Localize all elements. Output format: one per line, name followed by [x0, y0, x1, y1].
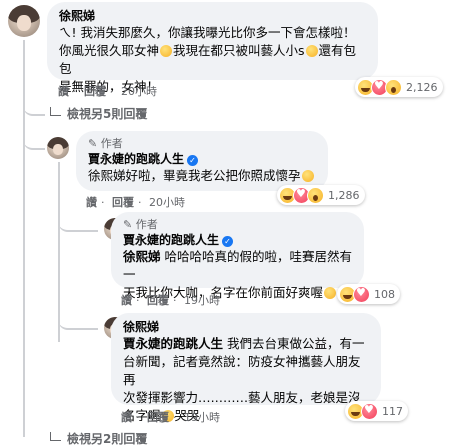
comment-actions: 讚 · 回覆 · 19小時	[121, 294, 224, 308]
comment-actions: 讚 · 回覆 · 20小時	[58, 85, 161, 99]
pencil-icon: ✎	[123, 218, 136, 231]
comment-text-line: ㄟ! 我消失那麼久，你讓我曝光比你多一下會怎樣啦！	[59, 25, 356, 40]
comment-bubble-1: 徐熙娣 ㄟ! 我消失那麼久，你讓我曝光比你多一下會怎樣啦！ 你風光很久耶女神 我現…	[47, 2, 378, 94]
text-segment: 你風光很久耶女神	[59, 43, 160, 58]
separator: ·	[101, 196, 105, 209]
love-icon	[361, 402, 378, 420]
comment-actions: 讚 · 回覆 · 20小時	[86, 196, 189, 210]
author-badge: ✎ 作者	[88, 137, 316, 151]
reaction-count: 2,126	[406, 80, 438, 94]
timestamp[interactable]: 19小時	[184, 411, 220, 424]
like-link[interactable]: 讚	[121, 294, 132, 307]
reply-bubble-1: ✎ 作者 賈永婕的跑跳人生 ✓ 徐熙娣好啦，畢竟我老公把你照成懷孕	[76, 131, 328, 191]
comment-author[interactable]: 賈永婕的跑跳人生 ✓	[88, 151, 316, 167]
reaction-summary[interactable]: 1,286	[277, 185, 365, 205]
reply-bubble-2: ✎ 作者 賈永婕的跑跳人生 ✓ 徐熙娣 哈哈哈哈真的假的啦，哇賽居然有一 天我比你…	[111, 212, 364, 300]
separator: ·	[173, 411, 177, 424]
comment-text-line: 台新聞，記者竟然說：防疫女神攜藝人朋友再	[123, 354, 361, 387]
reaction-count: 108	[374, 287, 395, 301]
reply-connector	[23, 100, 45, 116]
reaction-summary[interactable]: 108	[337, 284, 400, 304]
avatar[interactable]	[47, 137, 69, 159]
pencil-icon: ✎	[88, 137, 101, 150]
emoji-icon	[301, 170, 314, 182]
view-more-label: 檢視另5則回覆	[67, 107, 148, 121]
comment-actions: 讚 · 回覆 · 19小時	[121, 411, 224, 425]
reply-arrow-icon	[50, 107, 61, 116]
like-link[interactable]: 讚	[86, 196, 97, 209]
wow-icon	[385, 78, 402, 96]
reaction-summary[interactable]: 117	[345, 401, 408, 421]
reply-link[interactable]: 回覆	[84, 85, 106, 98]
timestamp[interactable]: 19小時	[184, 294, 220, 307]
author-name: 賈永婕的跑跳人生	[88, 152, 185, 166]
mention-tag[interactable]: 徐熙娣	[123, 249, 161, 264]
separator: ·	[138, 196, 142, 209]
mention-tag[interactable]: 賈永婕的跑跳人生	[123, 336, 223, 351]
separator: ·	[136, 411, 140, 424]
verified-icon: ✓	[187, 155, 199, 166]
view-more-label: 檢視另2則回覆	[67, 432, 148, 446]
avatar-face	[53, 143, 63, 155]
reply-connector	[58, 212, 98, 232]
separator: ·	[173, 294, 177, 307]
reply-connector	[23, 130, 45, 150]
love-icon	[353, 285, 370, 303]
timestamp[interactable]: 20小時	[149, 196, 185, 209]
avatar[interactable]	[8, 5, 40, 37]
comment-author[interactable]: 賈永婕的跑跳人生 ✓	[123, 232, 352, 248]
wow-icon	[307, 186, 324, 204]
emoji-icon	[160, 45, 173, 57]
reaction-count: 117	[382, 404, 403, 418]
reaction-summary[interactable]: 2,126	[355, 77, 443, 97]
separator: ·	[73, 85, 77, 98]
author-badge-label: 作者	[135, 218, 158, 231]
emoji-icon	[305, 45, 318, 57]
author-name: 賈永婕的跑跳人生	[123, 233, 220, 247]
author-badge-label: 作者	[100, 137, 123, 150]
author-badge: ✎ 作者	[123, 218, 352, 232]
emoji-icon	[324, 287, 337, 299]
comment-text-line: 賈永婕的跑跳人生 我們去台東做公益，有一	[123, 335, 369, 353]
like-link[interactable]: 讚	[121, 411, 132, 424]
reply-link[interactable]: 回覆	[147, 411, 169, 424]
comment-text-line: 次發揮影響力‥‥‥‥‥‥藝人朋友，老娘是沒	[123, 390, 361, 405]
reply-bubble-3: 徐熙娣 賈永婕的跑跳人生 我們去台東做公益，有一 台新聞，記者竟然說：防疫女神攜…	[111, 313, 381, 423]
reaction-count: 1,286	[328, 188, 360, 202]
reply-link[interactable]: 回覆	[147, 294, 169, 307]
verified-icon: ✓	[222, 236, 234, 247]
comment-text-line: 你風光很久耶女神 我現在都只被叫藝人小s 還有包包	[59, 42, 366, 78]
like-link[interactable]: 讚	[58, 85, 69, 98]
timestamp[interactable]: 20小時	[121, 85, 157, 98]
separator: ·	[136, 294, 140, 307]
comment-text-line: 徐熙娣 哈哈哈哈真的假的啦，哇賽居然有一	[123, 248, 352, 284]
reply-connector	[58, 312, 98, 330]
comment-author[interactable]: 徐熙娣	[123, 319, 369, 335]
view-more-replies[interactable]: 檢視另5則回覆	[50, 105, 147, 122]
comment-author[interactable]: 徐熙娣	[59, 8, 366, 24]
avatar-face	[16, 14, 32, 31]
text-segment: 我現在都只被叫藝人小s	[173, 43, 305, 58]
text-segment: 我們去台東做公益，有一	[227, 336, 365, 351]
separator: ·	[110, 85, 114, 98]
comment-text: 徐熙娣好啦，畢竟我老公把你照成懷孕	[88, 167, 316, 185]
reply-link[interactable]: 回覆	[112, 196, 134, 209]
comment-text-line: 徐熙娣好啦，畢竟我老公把你照成懷孕	[88, 168, 301, 183]
view-more-replies[interactable]: 檢視另2則回覆	[50, 430, 147, 447]
